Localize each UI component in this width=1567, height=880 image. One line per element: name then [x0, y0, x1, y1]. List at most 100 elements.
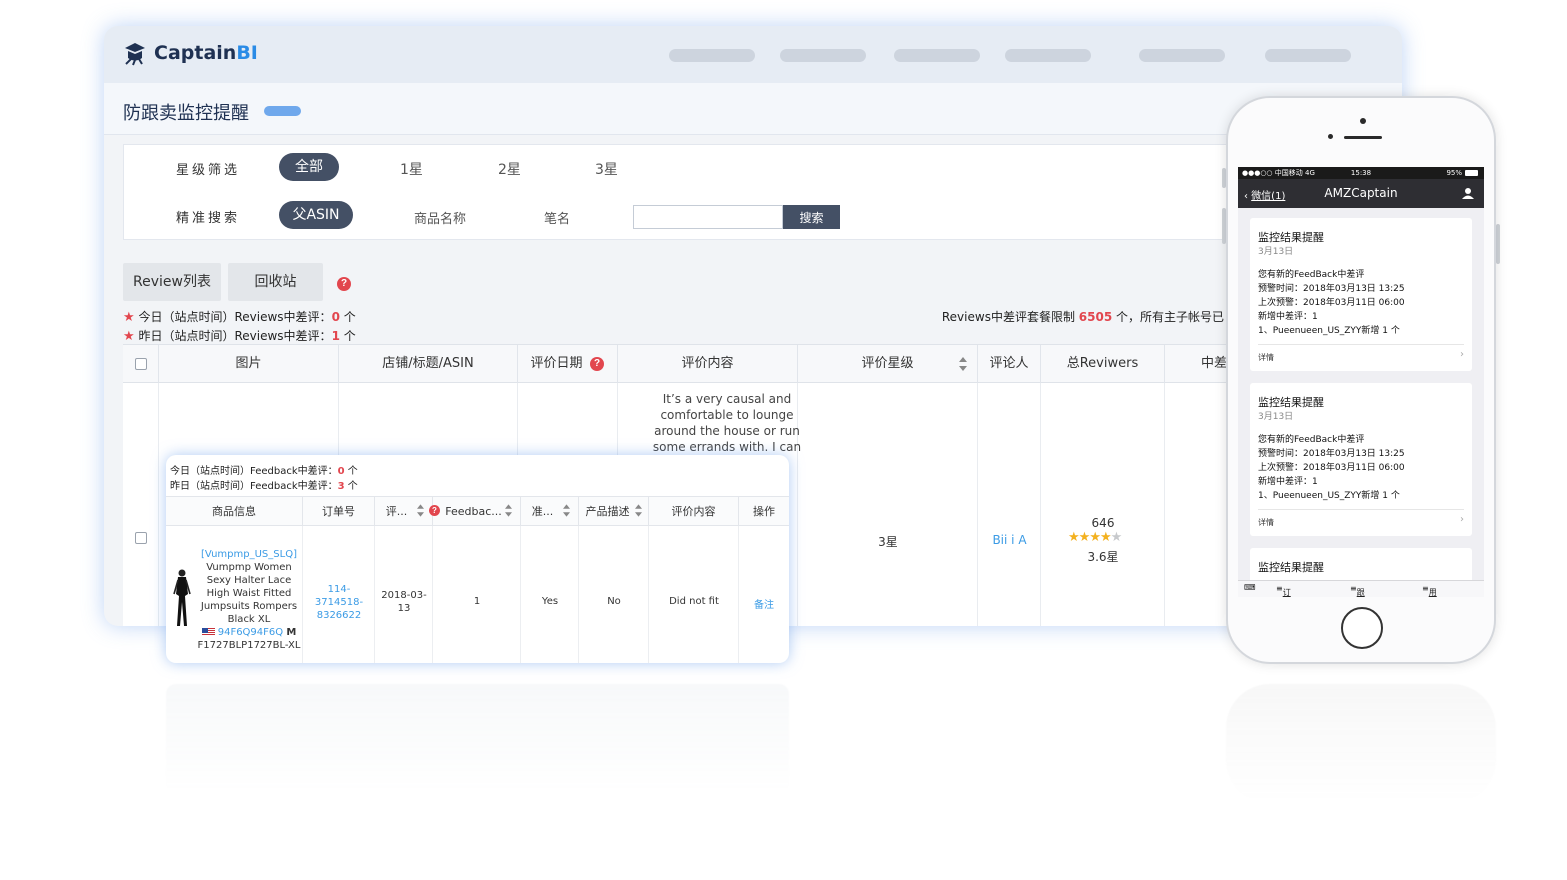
message-detail-link[interactable]: 详情: [1258, 352, 1274, 363]
column-divider: [579, 526, 649, 663]
phone-speaker: [1344, 136, 1382, 139]
star-filter-all[interactable]: 全部: [279, 153, 339, 181]
feedback-card: 今日（站点时间）Feedback中差评：0 个 昨日（站点时间）Feedback…: [166, 455, 789, 663]
message-body: 您有新的FeedBack中差评 预警时间：2018年03月13日 13:25 上…: [1258, 435, 1405, 501]
search-button[interactable]: 搜索: [783, 205, 840, 229]
row-checkbox[interactable]: [135, 532, 147, 544]
message-date: 3月13日: [1258, 412, 1294, 422]
today-review-stat: ★ 今日（站点时间）Reviews中差评：0 个: [123, 310, 356, 325]
message-card[interactable]: 监控结果提醒 3月13日 您有新的FeedBack中差评 预警时间：2018年0…: [1250, 383, 1472, 536]
search-type-product-name[interactable]: 商品名称: [414, 208, 466, 227]
phone-power-button: [1496, 224, 1500, 264]
product-info: [Vumpmp_US_SLQ] Vumpmp Women Sexy Halter…: [196, 548, 302, 652]
message-body: 您有新的FeedBack中差评 预警时间：2018年03月13日 13:25 上…: [1258, 270, 1405, 336]
total-reviews-count: 646: [1091, 516, 1115, 530]
column-divider: [123, 383, 159, 626]
tab-recycle-bin[interactable]: 回收站: [228, 263, 323, 301]
tab-review-list[interactable]: Review列表: [123, 263, 221, 301]
header-store-title-asin: 店铺/标题/ASIN: [339, 345, 518, 383]
star-filter-1[interactable]: 1星: [400, 159, 423, 179]
top-nav-bar: CaptainBI: [104, 26, 1402, 83]
star-filter-label: 星级筛选: [176, 163, 241, 178]
message-detail-link[interactable]: 详情: [1258, 517, 1274, 528]
divider: [1258, 344, 1464, 345]
phone-home-button[interactable]: [1341, 607, 1383, 649]
title-decoration: [264, 106, 301, 116]
sort-icon[interactable]: [563, 504, 570, 517]
search-type-parent-asin[interactable]: 父ASIN: [279, 201, 353, 229]
column-divider: [521, 526, 579, 663]
header-total-reviewers: 总Reviwers: [1041, 345, 1165, 383]
today-feedback-stat: 今日（站点时间）Feedback中差评：0 个: [170, 466, 358, 477]
fb-header-accurate[interactable]: 准...: [521, 496, 579, 526]
menu-follow-sell-tools[interactable]: ≡ 跟卖工具: [1350, 584, 1365, 597]
chevron-right-icon: ›: [1460, 349, 1464, 360]
review-table-header: 图片 店铺/标题/ASIN 评价日期 ? 评价内容 评价星级 评论人 总Revi…: [123, 345, 1402, 383]
store-name-link[interactable]: [Vumpmp_US_SLQ]: [196, 548, 302, 561]
asin-link[interactable]: 94F6Q94F6Q: [218, 627, 283, 638]
nav-placeholder-4[interactable]: [1005, 49, 1091, 62]
note-action-link[interactable]: 备注: [739, 596, 789, 611]
select-all-checkbox[interactable]: [135, 358, 147, 370]
sort-icon[interactable]: [959, 357, 967, 371]
captain-logo-icon: [125, 43, 145, 66]
star-filter-3[interactable]: 3星: [595, 159, 618, 179]
rating-star-icon: ★: [1078, 529, 1091, 544]
header-review-content: 评价内容: [618, 345, 798, 383]
nav-placeholder-5[interactable]: [1139, 49, 1225, 62]
feedback-help-icon[interactable]: ?: [429, 505, 440, 516]
review-date-help-icon[interactable]: ?: [590, 357, 604, 371]
sku-text: F1727BLP1727BL-XL: [197, 640, 301, 651]
nav-placeholder-3[interactable]: [894, 49, 980, 62]
column-divider: [1041, 383, 1165, 626]
user-profile-icon[interactable]: [1462, 187, 1474, 199]
keyboard-icon[interactable]: ⌨: [1244, 583, 1256, 592]
phone-reflection: [1226, 684, 1496, 804]
chevron-right-icon: ›: [1460, 514, 1464, 525]
star-level-value: 3星: [878, 535, 898, 549]
header-star-level[interactable]: 评价星级: [798, 345, 978, 383]
product-thumbnail[interactable]: [170, 568, 194, 630]
message-date: 3月13日: [1258, 247, 1294, 257]
phone-camera: [1360, 118, 1366, 124]
menu-user-center[interactable]: ≡ 用户中心: [1422, 584, 1437, 597]
search-type-pen-name[interactable]: 笔名: [544, 208, 570, 227]
asin-line: 94F6Q94F6Q M: [196, 626, 302, 639]
logo[interactable]: CaptainBI: [122, 40, 258, 66]
quota-limit-info: Reviews中差评套餐限制 6505 个，所有主子帐号已: [941, 310, 1224, 324]
reviewer-link[interactable]: Bii i A: [978, 533, 1041, 547]
description-value: No: [607, 596, 621, 607]
sort-icon[interactable]: [417, 504, 424, 517]
help-icon[interactable]: ?: [337, 277, 351, 291]
sort-icon[interactable]: [505, 504, 512, 517]
search-type-label: 精准搜索: [176, 211, 241, 226]
battery-percent: 95%: [1446, 169, 1462, 177]
rating-value: 3.6星: [1087, 550, 1119, 564]
star-filter-2[interactable]: 2星: [498, 159, 521, 179]
fb-header-product-info: 商品信息: [166, 496, 303, 526]
rating-star-icon: ★: [1089, 529, 1101, 544]
message-title: 监控结果提醒: [1258, 396, 1324, 409]
product-title: Vumpmp Women Sexy Halter Lace High Waist…: [200, 562, 298, 625]
sort-icon[interactable]: [635, 504, 642, 517]
accurate-value: Yes: [541, 596, 559, 607]
feedback-content-value: Did not fit: [669, 596, 719, 607]
phone-mockup: ●●●○○ 中国移动 4G 15:38 95% ‹ 微信(1) AMZCapta…: [1226, 96, 1496, 664]
fb-header-content: 评价内容: [649, 496, 739, 526]
header-reviewer: 评论人: [978, 345, 1041, 383]
rating-star-icon: ★: [1099, 529, 1112, 544]
message-card[interactable]: 监控结果提醒 3月13日 您有新的FeedBack中差评 预警时间：2018年0…: [1250, 218, 1472, 371]
wechat-nav-bar: ‹ 微信(1) AMZCaptain: [1238, 179, 1484, 208]
phone-screen: ●●●○○ 中国移动 4G 15:38 95% ‹ 微信(1) AMZCapta…: [1238, 167, 1484, 597]
order-id-link[interactable]: 114-3714518-8326622: [308, 583, 370, 622]
chat-title: AMZCaptain: [1324, 186, 1398, 200]
menu-order-mail[interactable]: ≡ 订单|邮件: [1276, 584, 1291, 597]
fb-header-rating[interactable]: 评...: [375, 496, 433, 526]
filter-panel: 星级筛选 全部 1星 2星 3星 精准搜索 父ASIN 商品名称 笔名 搜索: [123, 144, 1402, 240]
nav-placeholder-1[interactable]: [669, 49, 755, 62]
header-image: 图片: [159, 345, 339, 383]
nav-placeholder-2[interactable]: [780, 49, 866, 62]
nav-placeholder-6[interactable]: [1265, 49, 1351, 62]
search-input[interactable]: [633, 205, 783, 229]
column-divider: [649, 526, 739, 663]
